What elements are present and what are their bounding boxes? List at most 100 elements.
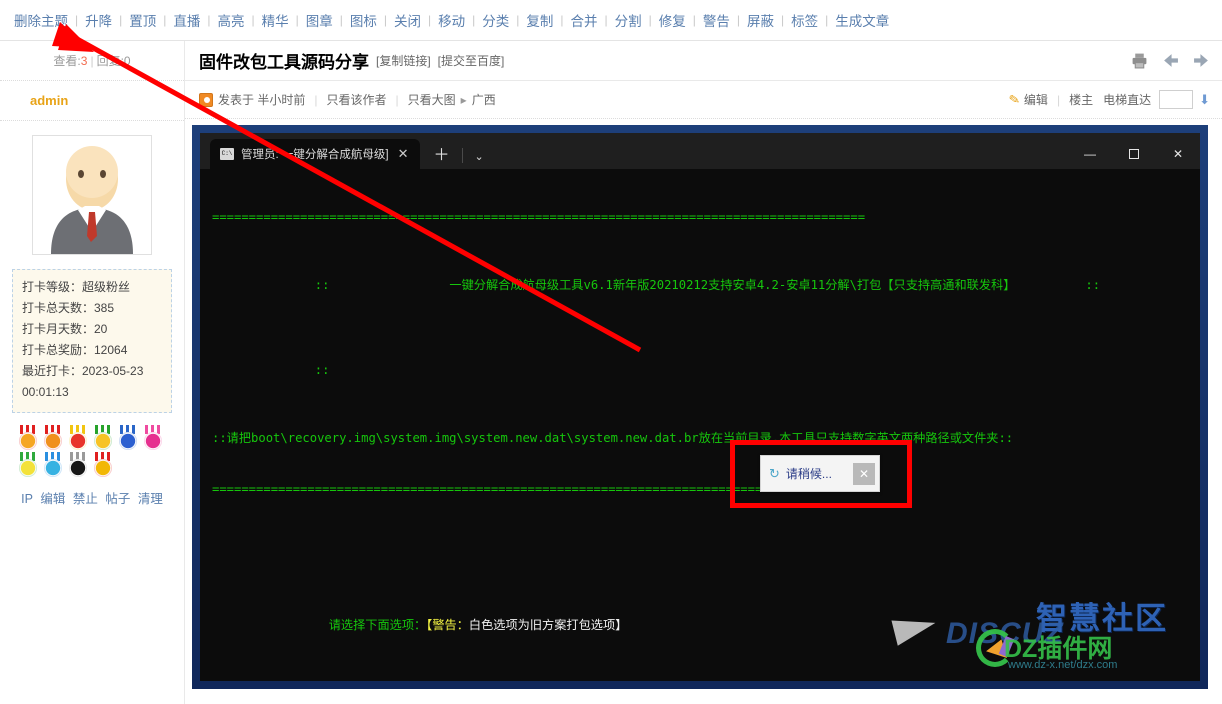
admin-menu-item-12[interactable]: 合并 bbox=[564, 10, 605, 30]
only-images-link[interactable]: 只看大图 bbox=[408, 91, 456, 108]
moderator-links: IP 编辑 禁止 帖子 清理 bbox=[0, 488, 184, 507]
banner-l1-text: 一键分解合成航母级工具v6.1新年版20210212支持安卓4.2-安卓11分解… bbox=[449, 278, 1016, 292]
select-prompt-warn: 【警告： bbox=[426, 618, 469, 632]
arrow-left-icon[interactable] bbox=[1162, 52, 1179, 69]
author-name-row: admin bbox=[0, 81, 184, 121]
admin-menu-item-4[interactable]: 高亮 bbox=[211, 10, 252, 30]
posted-prefix: 发表于 bbox=[218, 93, 255, 107]
admin-menu-item-3[interactable]: 直播 bbox=[166, 10, 207, 30]
wait-dialog-text: 请稍候... bbox=[785, 467, 832, 481]
terminal-tab-title: 管理员: 一键分解合成航母级] bbox=[241, 149, 389, 161]
chevron-down-icon[interactable]: ⌄ bbox=[475, 150, 484, 163]
admin-menu-item-13[interactable]: 分割 bbox=[608, 10, 649, 30]
meta-separator-1: | bbox=[314, 92, 318, 107]
medal-icon-2 bbox=[67, 425, 89, 451]
copy-link-button[interactable]: [复制链接] bbox=[376, 52, 431, 69]
replies-label: 回复: bbox=[96, 54, 124, 68]
mod-link-1[interactable]: 编辑 bbox=[39, 492, 66, 506]
printer-icon[interactable] bbox=[1131, 52, 1148, 69]
admin-menu-item-17[interactable]: 标签 bbox=[784, 10, 825, 30]
medal-disc bbox=[144, 432, 162, 450]
signin-month-days: 打卡月天数：20 bbox=[22, 322, 108, 336]
admin-menu-item-16[interactable]: 屏蔽 bbox=[740, 10, 781, 30]
floor-owner-label[interactable]: 楼主 bbox=[1069, 91, 1093, 108]
rule-top: ========================================… bbox=[212, 210, 866, 224]
new-tab-icon[interactable]: ＋ bbox=[434, 141, 450, 165]
mod-link-2[interactable]: 禁止 bbox=[72, 492, 99, 506]
wait-dialog: ↻ 请稍候... ✕ bbox=[760, 455, 880, 492]
medal-disc bbox=[19, 459, 37, 477]
mod-link-3[interactable]: 帖子 bbox=[104, 492, 131, 506]
banner-l1-prefix: :: bbox=[314, 278, 330, 292]
medal-icon-1 bbox=[42, 425, 64, 451]
banner-line-1: :: 一键分解合成航母级工具v6.1新年版20210212支持安卓4.2-安卓11… bbox=[212, 260, 1190, 311]
avatar[interactable] bbox=[32, 135, 152, 255]
submit-baidu-button[interactable]: [提交至百度] bbox=[438, 52, 505, 69]
banner-line-3: ::请把boot\recovery.img\system.img\system.… bbox=[212, 431, 1014, 445]
admin-menu-item-6[interactable]: 图章 bbox=[299, 10, 340, 30]
medal-disc bbox=[119, 432, 137, 450]
only-author-link[interactable]: 只看该作者 bbox=[327, 91, 387, 108]
admin-menu-item-0[interactable]: 删除主题 bbox=[7, 10, 75, 30]
medal-icon-8 bbox=[67, 452, 89, 478]
mod-link-0[interactable]: IP bbox=[20, 492, 34, 506]
admin-menu-item-5[interactable]: 精华 bbox=[255, 10, 296, 30]
window-maximize-button[interactable] bbox=[1112, 138, 1156, 169]
medal-icon-0 bbox=[17, 425, 39, 451]
medal-disc bbox=[94, 432, 112, 450]
author-username-link[interactable]: admin bbox=[30, 93, 68, 108]
medal-icon-7 bbox=[42, 452, 64, 478]
signin-total-days: 打卡总天数：385 bbox=[22, 301, 115, 315]
admin-menu-item-18[interactable]: 生成文章 bbox=[828, 10, 896, 30]
medal-icon-6 bbox=[17, 452, 39, 478]
page-title: 固件改包工具源码分享 bbox=[199, 53, 369, 72]
signin-level: 打卡等级：超级粉丝 bbox=[22, 280, 131, 294]
author-location: 广西 bbox=[471, 93, 496, 107]
admin-menu-item-9[interactable]: 移动 bbox=[431, 10, 472, 30]
admin-menu-item-14[interactable]: 修复 bbox=[652, 10, 693, 30]
admin-menu-item-7[interactable]: 图标 bbox=[343, 10, 384, 30]
wait-dialog-close-button[interactable]: ✕ bbox=[853, 462, 875, 485]
medal-icon-5 bbox=[142, 425, 164, 451]
admin-menu-item-2[interactable]: 置顶 bbox=[122, 10, 163, 30]
terminal-screen[interactable]: ========================================… bbox=[200, 169, 1200, 681]
arrow-right-icon[interactable] bbox=[1193, 52, 1210, 69]
select-prompt-green: 请选择下面选项： bbox=[328, 618, 427, 632]
thread-header: 固件改包工具源码分享 [复制链接] [提交至百度] bbox=[185, 41, 1222, 81]
avatar-image bbox=[33, 136, 151, 254]
admin-menu-item-11[interactable]: 复制 bbox=[519, 10, 560, 30]
thread-content: 固件改包工具源码分享 [复制链接] [提交至百度] 发表于 半小时前 | 只看该… bbox=[185, 41, 1222, 704]
titlebar-divider bbox=[461, 148, 463, 163]
mod-link-4[interactable]: 清理 bbox=[137, 492, 164, 506]
refresh-icon: ↻ bbox=[769, 465, 780, 481]
replies-count: 0 bbox=[123, 53, 131, 68]
posted-time: 半小时前 bbox=[257, 93, 306, 107]
admin-menu-item-15[interactable]: 警告 bbox=[696, 10, 737, 30]
views-count: 3 bbox=[80, 53, 88, 68]
window-close-button[interactable]: ✕ bbox=[1156, 138, 1200, 169]
tab-close-icon[interactable]: ✕ bbox=[396, 146, 411, 162]
select-prompt-line: 请选择下面选项：【警告：白色选项为旧方案打包选项】 bbox=[212, 600, 1190, 651]
terminal-body: C:\ 管理员: 一键分解合成航母级] ✕ ＋ ⌄ — ✕ ==========… bbox=[200, 133, 1200, 681]
terminal-window: C:\ 管理员: 一键分解合成航母级] ✕ ＋ ⌄ — ✕ ==========… bbox=[192, 125, 1208, 689]
count-separator: | bbox=[90, 53, 94, 68]
medal-disc bbox=[44, 432, 62, 450]
admin-menu-item-10[interactable]: 分类 bbox=[475, 10, 516, 30]
arrow-down-icon[interactable]: ⬇ bbox=[1199, 92, 1210, 108]
author-sidebar: 查看: 3 | 回复: 0 admin 打卡等级：超级粉丝 打卡总天数：385 bbox=[0, 41, 185, 704]
edit-post-button[interactable]: 编辑 bbox=[1024, 91, 1048, 108]
post-meta-row: 发表于 半小时前 | 只看该作者 | 只看大图 ▸ 广西 ✎ 编辑 | 楼主 电… bbox=[185, 81, 1222, 119]
medal-disc bbox=[69, 459, 87, 477]
elevator-label: 电梯直达 bbox=[1103, 93, 1152, 107]
floor-jump-input[interactable] bbox=[1159, 90, 1194, 109]
terminal-tab[interactable]: C:\ 管理员: 一键分解合成航母级] ✕ bbox=[210, 139, 420, 169]
medal-list bbox=[17, 425, 167, 479]
window-minimize-button[interactable]: — bbox=[1068, 138, 1112, 169]
author-badge-icon bbox=[199, 92, 213, 107]
signin-stats-box: 打卡等级：超级粉丝 打卡总天数：385 打卡月天数：20 打卡总奖励：12064… bbox=[12, 269, 172, 413]
admin-menu-item-1[interactable]: 升降 bbox=[78, 10, 119, 30]
view-reply-counts: 查看: 3 | 回复: 0 bbox=[0, 41, 184, 81]
signin-last-time: 最近打卡：2023-05-23 00:01:13 bbox=[22, 364, 144, 399]
admin-menu-item-8[interactable]: 关闭 bbox=[387, 10, 428, 30]
banner-line-2: :::: bbox=[212, 345, 1190, 396]
